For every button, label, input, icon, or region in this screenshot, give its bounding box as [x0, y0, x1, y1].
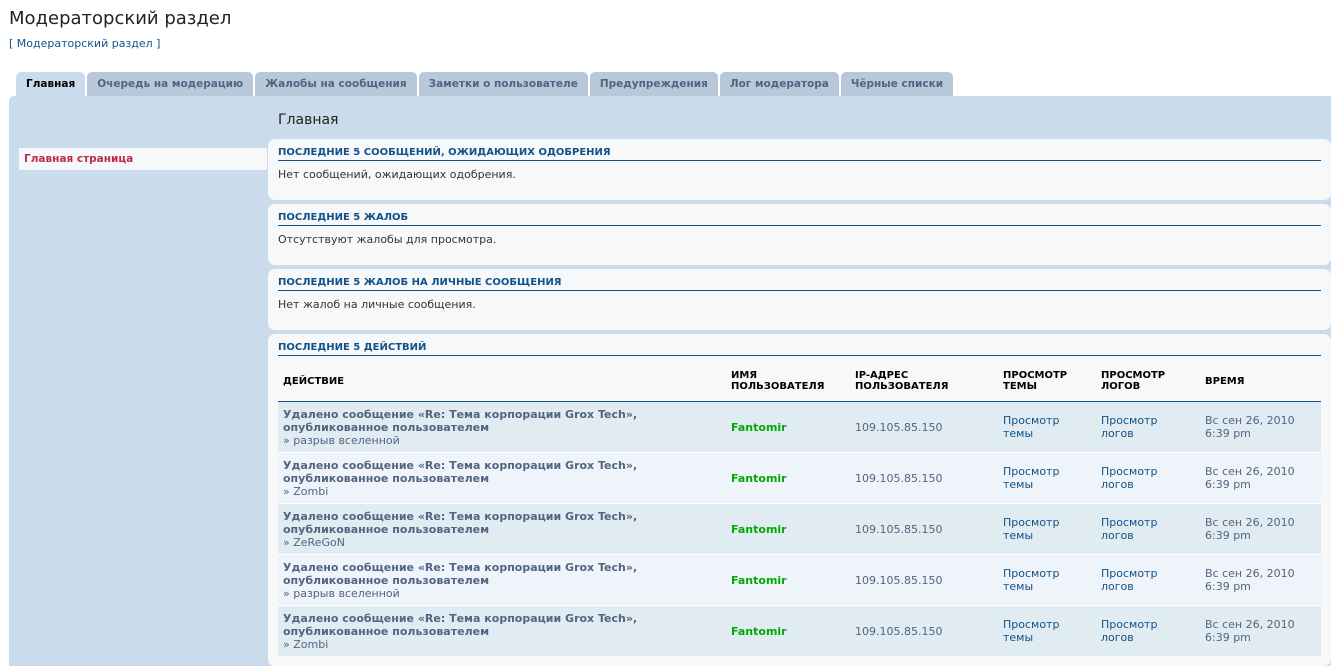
action-cell: Удалено сообщение «Re: Тема корпорации G… — [278, 453, 726, 504]
column-header-time: Время — [1200, 361, 1321, 402]
table-header-row: Действие Имя пользователя IP-адрес пользов… — [278, 361, 1321, 402]
sidebar-item-main-page[interactable]: Главная страница — [19, 148, 267, 170]
content-panel: Главная страница Главная Последние 5 соо… — [9, 96, 1331, 666]
ip-address: 109.105.85.150 — [855, 471, 943, 485]
view-logs-link[interactable]: Просмотр логов — [1101, 414, 1195, 440]
view-logs-link[interactable]: Просмотр логов — [1101, 465, 1195, 491]
view-topic-link[interactable]: Просмотр темы — [1003, 414, 1091, 440]
column-header-ip: IP-адрес пользователя — [850, 361, 998, 402]
action-cell: Удалено сообщение «Re: Тема корпорации G… — [278, 606, 726, 657]
unapproved-posts-heading: Последние 5 сообщений, ожидающих одобрен… — [278, 147, 1321, 161]
latest-actions-heading: Последние 5 действий — [278, 342, 1321, 356]
latest-actions-box: Последние 5 действий Действие Имя пользов… — [268, 334, 1331, 666]
pm-reports-heading: Последние 5 жалоб на личные сообщения — [278, 277, 1321, 291]
action-time: Вс сен 26, 2010 6:39 pm — [1205, 567, 1295, 593]
view-topic-link[interactable]: Просмотр темы — [1003, 516, 1091, 542]
column-header-action: Действие — [278, 361, 726, 402]
reports-text: Отсутствуют жалобы для просмотра. — [278, 233, 497, 246]
breadcrumb-link[interactable]: [ Модераторский раздел ] — [9, 37, 160, 50]
column-header-username: Имя пользователя — [726, 361, 850, 402]
pm-reports-text: Нет жалоб на личные сообщения. — [278, 298, 476, 311]
reports-heading: Последние 5 жалоб — [278, 212, 1321, 226]
unapproved-posts-text: Нет сообщений, ожидающих одобрения. — [278, 168, 516, 181]
breadcrumb[interactable]: [ Модераторский раздел ] — [9, 37, 160, 50]
action-time: Вс сен 26, 2010 6:39 pm — [1205, 618, 1295, 644]
action-title-cont: опубликованное пользователем — [283, 420, 490, 434]
action-time: Вс сен 26, 2010 6:39 pm — [1205, 414, 1295, 440]
view-logs-link[interactable]: Просмотр логов — [1101, 516, 1195, 542]
username-link[interactable]: Fantomir — [731, 421, 787, 434]
action-title: Удалено сообщение «Re: Тема корпорации G… — [283, 407, 638, 421]
action-title-cont: опубликованное пользователем — [283, 573, 490, 587]
action-cell: Удалено сообщение «Re: Тема корпорации G… — [278, 402, 726, 453]
action-topic: » разрыв вселенной — [283, 586, 400, 600]
tab-bar: Главная Очередь на модерацию Жалобы на с… — [16, 72, 954, 96]
actions-table: Действие Имя пользователя IP-адрес пользов… — [278, 361, 1321, 656]
username-link[interactable]: Fantomir — [731, 574, 787, 587]
action-cell: Удалено сообщение «Re: Тема корпорации G… — [278, 504, 726, 555]
pm-reports-box: Последние 5 жалоб на личные сообщения Не… — [268, 269, 1331, 330]
action-time: Вс сен 26, 2010 6:39 pm — [1205, 516, 1295, 542]
tab-ban-lists[interactable]: Чёрные списки — [840, 72, 954, 96]
tab-queue[interactable]: Очередь на модерацию — [87, 72, 254, 96]
table-row: Удалено сообщение «Re: Тема корпорации G… — [278, 503, 1321, 555]
ip-address: 109.105.85.150 — [855, 624, 943, 638]
username-link[interactable]: Fantomir — [731, 472, 787, 485]
username-link[interactable]: Fantomir — [731, 523, 787, 536]
username-link[interactable]: Fantomir — [731, 625, 787, 638]
column-header-view-topic: Просмотр темы — [998, 361, 1096, 402]
action-title: Удалено сообщение «Re: Тема корпорации G… — [283, 458, 638, 472]
action-topic: » Zombi — [283, 484, 329, 498]
tab-reports[interactable]: Жалобы на сообщения — [255, 72, 417, 96]
action-title: Удалено сообщение «Re: Тема корпорации G… — [283, 509, 638, 523]
page-title: Модераторский раздел — [9, 8, 232, 29]
view-topic-link[interactable]: Просмотр темы — [1003, 567, 1091, 593]
action-topic: » ZeReGoN — [283, 535, 345, 549]
view-topic-link[interactable]: Просмотр темы — [1003, 465, 1091, 491]
section-title: Главная — [278, 112, 339, 128]
tab-notes[interactable]: Заметки о пользователе — [418, 72, 588, 96]
reports-box: Последние 5 жалоб Отсутствуют жалобы для… — [268, 204, 1331, 265]
action-topic: » Zombi — [283, 637, 329, 651]
action-title: Удалено сообщение «Re: Тема корпорации G… — [283, 611, 638, 625]
ip-address: 109.105.85.150 — [855, 420, 943, 434]
action-title-cont: опубликованное пользователем — [283, 624, 490, 638]
tab-mod-log[interactable]: Лог модератора — [719, 72, 839, 96]
table-row: Удалено сообщение «Re: Тема корпорации G… — [278, 554, 1321, 606]
unapproved-posts-box: Последние 5 сообщений, ожидающих одобрен… — [268, 139, 1331, 200]
action-title-cont: опубликованное пользователем — [283, 471, 490, 485]
action-title-cont: опубликованное пользователем — [283, 522, 490, 536]
table-row: Удалено сообщение «Re: Тема корпорации G… — [278, 605, 1321, 657]
action-title: Удалено сообщение «Re: Тема корпорации G… — [283, 560, 638, 574]
action-time: Вс сен 26, 2010 6:39 pm — [1205, 465, 1295, 491]
view-topic-link[interactable]: Просмотр темы — [1003, 618, 1091, 644]
column-header-view-logs: Просмотр логов — [1096, 361, 1200, 402]
ip-address: 109.105.85.150 — [855, 573, 943, 587]
tab-main[interactable]: Главная — [16, 72, 86, 96]
tab-warnings[interactable]: Предупреждения — [589, 72, 718, 96]
ip-address: 109.105.85.150 — [855, 522, 943, 536]
table-row: Удалено сообщение «Re: Тема корпорации G… — [278, 401, 1321, 453]
table-row: Удалено сообщение «Re: Тема корпорации G… — [278, 452, 1321, 504]
view-logs-link[interactable]: Просмотр логов — [1101, 567, 1195, 593]
action-cell: Удалено сообщение «Re: Тема корпорации G… — [278, 555, 726, 606]
action-topic: » разрыв вселенной — [283, 433, 400, 447]
view-logs-link[interactable]: Просмотр логов — [1101, 618, 1195, 644]
